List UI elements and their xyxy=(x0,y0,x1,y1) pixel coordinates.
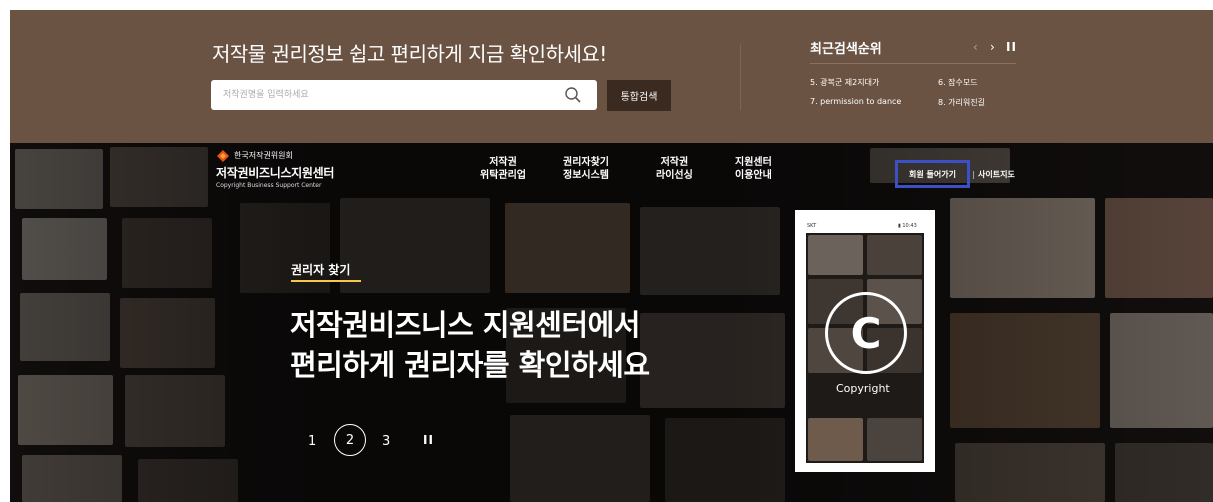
divider xyxy=(740,44,741,110)
search-icon[interactable] xyxy=(564,86,582,104)
phone-carrier: SKT xyxy=(807,223,817,229)
recent-rank-item[interactable]: 8. 가리워진길 xyxy=(938,97,985,108)
search-input[interactable] xyxy=(223,80,553,110)
member-login-link[interactable]: 회원 들어가기 xyxy=(895,160,970,188)
page-frame: 저작물 권리정보 쉽고 편리하게 지금 확인하세요! 통합검색 최근검색순위 ‹… xyxy=(10,10,1213,502)
hero-heading-line1: 저작권비즈니스 지원센터에서 xyxy=(290,308,640,342)
nav-label: 위탁관리업 xyxy=(480,170,526,181)
nav-label: 권리자찾기 xyxy=(563,157,609,168)
recent-divider xyxy=(810,63,1016,64)
nav-item-licensing[interactable]: 저작권 라이선싱 xyxy=(656,156,693,182)
phone-time: ▮ 10:43 xyxy=(898,223,917,229)
nav-label: 저작권 xyxy=(489,157,517,168)
nav-label: 지원센터 xyxy=(735,157,772,168)
nav-item-rights-holder-search[interactable]: 권리자찾기 정보시스템 xyxy=(563,156,609,182)
brand-subtitle: Copyright Business Support Center xyxy=(216,182,322,189)
copyright-caption: Copyright xyxy=(836,382,890,395)
recent-next-button[interactable]: › xyxy=(990,41,995,53)
nav-label: 이용안내 xyxy=(735,170,772,181)
sitemap-link[interactable]: 사이트지도 xyxy=(978,169,1015,180)
recent-prev-button[interactable]: ‹ xyxy=(973,41,978,53)
photo-tile xyxy=(867,418,922,461)
search-band: 저작물 권리정보 쉽고 편리하게 지금 확인하세요! 통합검색 최근검색순위 ‹… xyxy=(10,10,1213,143)
logo-icon[interactable] xyxy=(216,149,230,163)
pager-page[interactable]: 1 xyxy=(308,434,316,449)
pager-page[interactable]: 3 xyxy=(382,434,390,449)
hero-label[interactable]: 권리자 찾기 xyxy=(291,261,350,278)
search-headline: 저작물 권리정보 쉽고 편리하게 지금 확인하세요! xyxy=(212,42,607,66)
recent-rank-item[interactable]: 6. 잠수모드 xyxy=(938,77,978,88)
recent-rank-item[interactable]: 5. 광복군 제2지대가 xyxy=(810,77,879,88)
nav-item-trust-management[interactable]: 저작권 위탁관리업 xyxy=(480,156,526,182)
photo-tile xyxy=(867,235,922,275)
pager-pause-button[interactable]: II xyxy=(423,433,434,447)
nav-label: 라이선싱 xyxy=(656,170,693,181)
pager-page-active[interactable]: 2 xyxy=(334,424,366,456)
photo-tile xyxy=(808,418,863,461)
integrated-search-button[interactable]: 통합검색 xyxy=(607,80,671,111)
nav-label: 정보시스템 xyxy=(563,170,609,181)
copyright-icon: C xyxy=(825,292,907,374)
nav-item-center-guide[interactable]: 지원센터 이용안내 xyxy=(735,156,772,182)
recent-pause-button[interactable]: II xyxy=(1006,41,1017,53)
photo-tile xyxy=(808,235,863,275)
recent-search-title: 최근검색순위 xyxy=(810,42,882,57)
hero-heading-line2: 편리하게 권리자를 확인하세요 xyxy=(290,348,650,382)
brand-title[interactable]: 저작권비즈니스지원센터 xyxy=(216,164,334,181)
util-separator: | xyxy=(972,170,975,179)
search-box xyxy=(211,80,597,110)
hero-label-underline xyxy=(291,280,361,282)
brand-org[interactable]: 한국저작권위원회 xyxy=(234,150,293,161)
nav-label: 저작권 xyxy=(660,157,689,168)
recent-rank-item[interactable]: 7. permission to dance xyxy=(810,97,901,106)
